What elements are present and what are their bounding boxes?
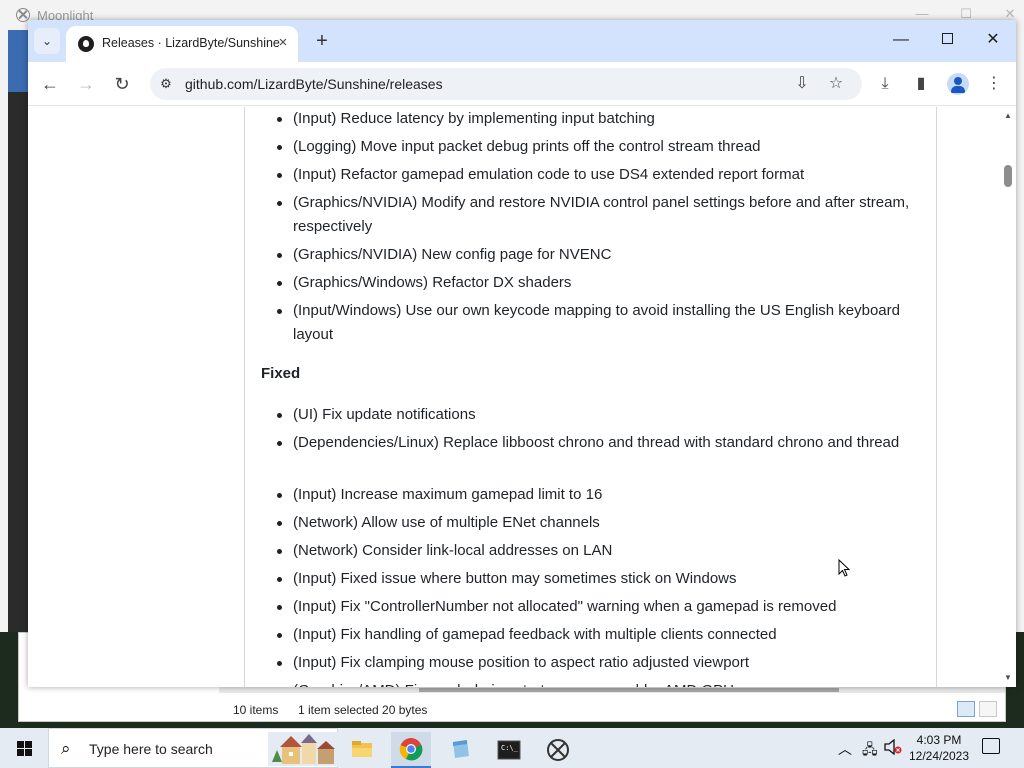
terminal-taskbar-icon[interactable]: C:\_: [489, 732, 529, 768]
explorer-item-count: 10 items: [233, 703, 279, 717]
list-item: (Input) Fixed issue where button may som…: [277, 567, 913, 591]
mouse-cursor-icon: [838, 559, 850, 577]
taskbar-clock[interactable]: 4:03 PM 12/24/2023: [906, 732, 972, 764]
background-window-edge-dark: [8, 92, 28, 632]
svg-text:C:\_: C:\_: [501, 744, 519, 752]
list-item: (Graphics/AMD) Fix crash during startup …: [293, 679, 913, 687]
address-bar[interactable]: ⚙ github.com/LizardByte/Sunshine/release…: [150, 68, 862, 100]
tab-title: Releases · LizardByte/Sunshine: [102, 36, 280, 50]
profile-avatar-icon[interactable]: [947, 73, 969, 95]
explorer-scrollbar-thumb[interactable]: [419, 688, 839, 692]
tab-releases[interactable]: Releases · LizardByte/Sunshine ×: [66, 26, 298, 62]
github-favicon-icon: [78, 36, 94, 52]
file-explorer-taskbar-icon[interactable]: [342, 732, 382, 768]
network-icon[interactable]: 🖧: [862, 739, 878, 763]
page-viewport: (Input) Reduce latency by implementing i…: [28, 107, 1016, 687]
start-windows-icon[interactable]: [0, 728, 48, 768]
list-item: (Input) Refactor gamepad emulation code …: [277, 163, 913, 187]
url-text[interactable]: github.com/LizardByte/Sunshine/releases: [185, 76, 443, 92]
taskbar-search-placeholder: Type here to search: [89, 741, 213, 757]
list-item: (Graphics/Windows) Refactor DX shaders: [277, 271, 913, 295]
background-window-edge: [8, 30, 28, 92]
details-view-icon[interactable]: [957, 701, 975, 717]
search-icon: ⌕: [61, 739, 71, 758]
list-item: (Input) Fix "ControllerNumber not alloca…: [277, 595, 913, 619]
list-item: (Input) Fix handling of gamepad feedback…: [277, 623, 913, 647]
site-info-tune-icon[interactable]: ⚙: [158, 76, 174, 92]
show-hidden-icons-chevron-up-icon[interactable]: ︿: [838, 739, 852, 759]
forward-arrow-icon[interactable]: →: [74, 72, 98, 96]
fixed-heading: Fixed: [261, 365, 301, 382]
install-app-icon[interactable]: ⇩: [792, 74, 812, 94]
new-tab-plus-icon[interactable]: +: [310, 30, 334, 54]
back-arrow-icon[interactable]: ←: [38, 72, 62, 96]
reload-icon[interactable]: ↻: [110, 72, 134, 96]
volume-muted-icon[interactable]: [884, 738, 902, 758]
list-item: (Dependencies/Linux) Replace libboost ch…: [277, 431, 913, 455]
clock-time: 4:03 PM: [916, 733, 962, 747]
list-item: (Input) Reduce latency by implementing i…: [277, 107, 913, 131]
downloads-icon[interactable]: ⤓: [874, 73, 896, 95]
clock-date: 12/24/2023: [908, 749, 970, 763]
search-highlight-town-icon[interactable]: [268, 732, 338, 766]
tab-search-chevron-down-icon[interactable]: ⌄: [34, 28, 60, 54]
window-minimize-button[interactable]: —: [886, 28, 916, 52]
list-item: (UI) Fix update notifications: [277, 403, 913, 427]
side-panel-icon[interactable]: ▮: [910, 73, 932, 95]
page-vertical-scrollbar[interactable]: ▲ ▼: [1000, 107, 1016, 687]
notifications-icon[interactable]: [982, 738, 1000, 754]
list-item: (Network) Consider link-local addresses …: [277, 539, 913, 563]
window-close-button[interactable]: ✕: [978, 28, 1008, 52]
list-item: (Logging) Move input packet debug prints…: [277, 135, 913, 159]
moonlight-taskbar-icon[interactable]: [538, 732, 578, 768]
list-item: (Graphics/NVIDIA) New config page for NV…: [277, 243, 913, 267]
window-maximize-button[interactable]: [932, 28, 962, 52]
browser-toolbar: ← → ↻ ⚙ github.com/LizardByte/Sunshine/r…: [28, 62, 1016, 106]
chrome-window: ⌄ Releases · LizardByte/Sunshine × + — ✕…: [28, 20, 1016, 687]
scroll-down-arrow-icon[interactable]: ▼: [1003, 673, 1013, 682]
tab-close-icon[interactable]: ×: [274, 34, 292, 52]
large-icons-view-icon[interactable]: [979, 701, 997, 717]
explorer-selection-status: 1 item selected 20 bytes: [298, 703, 428, 717]
explorer-horizontal-scrollbar[interactable]: [219, 687, 1005, 693]
page-scrollbar-thumb[interactable]: [1004, 165, 1012, 187]
bookmark-star-icon[interactable]: ☆: [826, 74, 846, 94]
chrome-taskbar-icon[interactable]: [391, 732, 431, 768]
list-item: (Graphics/NVIDIA) Modify and restore NVI…: [277, 191, 913, 239]
list-item: (Network) Allow use of multiple ENet cha…: [277, 511, 913, 535]
menu-kebab-icon[interactable]: ⋮: [983, 73, 1005, 95]
windows-taskbar: ⌕ Type here to search C:\_ ︿ 🖧 4:03 PM 1…: [0, 728, 1024, 768]
list-item: (Input) Increase maximum gamepad limit t…: [277, 483, 913, 507]
list-item: (Input) Fix clamping mouse position to a…: [277, 651, 913, 675]
list-item: (Input/Windows) Use our own keycode mapp…: [277, 299, 913, 347]
tab-strip: ⌄ Releases · LizardByte/Sunshine × + — ✕: [28, 20, 1016, 62]
notepad-taskbar-icon[interactable]: [440, 732, 480, 768]
scroll-up-arrow-icon[interactable]: ▲: [1003, 111, 1013, 120]
